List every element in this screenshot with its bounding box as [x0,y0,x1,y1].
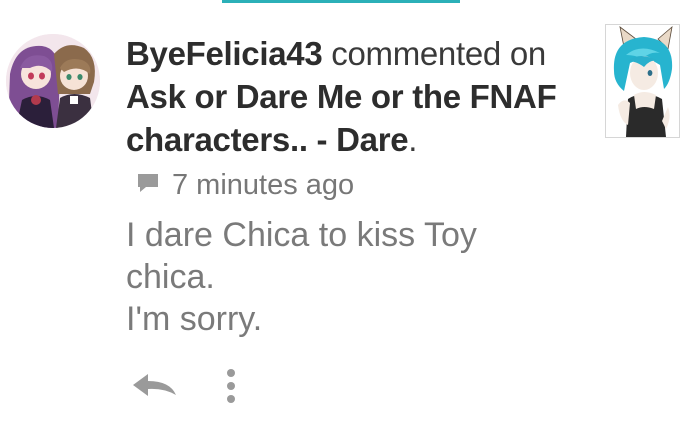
comment-body-line: chica. [126,258,215,296]
post-title-line1: Ask or Dare Me or the FNAF [126,78,557,115]
comment-body: I dare Chica to kiss Toy chica. I'm sorr… [126,214,596,340]
comment-body-line: I dare Chica to kiss Toy [126,216,477,254]
active-tab-indicator [222,0,460,3]
reply-button[interactable] [130,370,180,400]
reply-arrow-icon [130,374,180,404]
more-vertical-icon [218,369,244,408]
comment-header: ByeFelicia43 commented on Ask or Dare Me… [126,32,586,161]
comment-bubble-icon [136,172,160,199]
action-text: commented on [331,35,546,72]
notification-item[interactable]: ByeFelicia43 commented on Ask or Dare Me… [0,0,680,424]
post-thumbnail[interactable] [605,24,680,138]
timestamp: 7 minutes ago [172,168,355,201]
post-title-link[interactable]: Ask or Dare Me or the FNAF characters.. -… [126,78,557,158]
comment-meta: 7 minutes ago [136,168,354,202]
thumbnail-illustration [606,25,679,137]
avatar-illustration [6,34,100,128]
author-link[interactable]: ByeFelicia43 [126,35,323,72]
post-title-period: . [408,121,418,158]
commenter-avatar[interactable] [6,34,100,128]
comment-body-line: I'm sorry. [126,300,263,338]
post-title-line2: characters.. - Dare [126,121,409,158]
more-options-button[interactable] [218,368,244,404]
